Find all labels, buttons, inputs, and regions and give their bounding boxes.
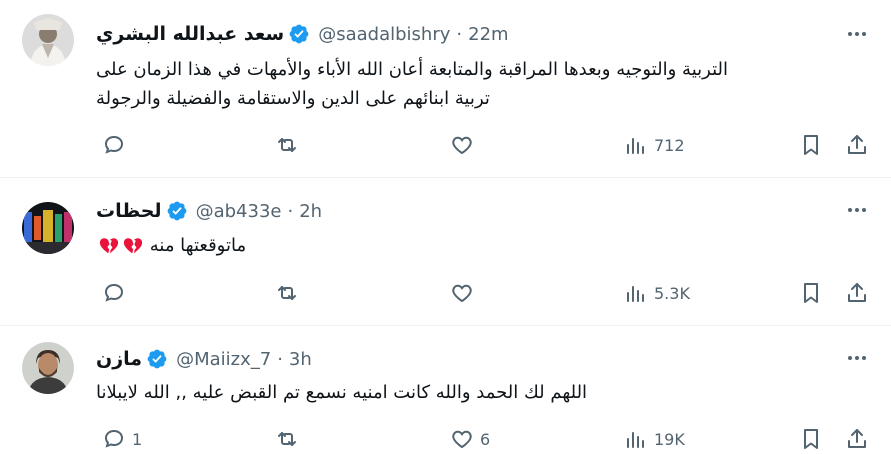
reply-button[interactable] xyxy=(102,278,132,308)
bookmark-icon xyxy=(804,283,818,303)
author-handle[interactable]: @Maiizx_7 xyxy=(176,349,271,370)
reply-button[interactable] xyxy=(102,130,132,160)
like-icon xyxy=(452,284,472,303)
tweet-3[interactable]: مازن @Maiizx_7 · 3h اللهم لك الحمد والله… xyxy=(0,326,891,449)
reply-count: 1 xyxy=(132,429,143,449)
views-button[interactable]: 712 xyxy=(624,130,685,160)
retweet-button[interactable] xyxy=(275,130,305,160)
views-button[interactable]: 5.3K xyxy=(624,278,690,308)
avatar[interactable] xyxy=(22,14,74,66)
views-count: 19K xyxy=(654,429,685,449)
tweet-text-line: ماتوقعتها منه xyxy=(96,231,844,260)
tweet-text-line: اللهم لك الحمد والله كانت امنيه نسمع تم … xyxy=(96,382,588,403)
retweet-icon xyxy=(278,432,296,446)
retweet-button[interactable] xyxy=(275,424,305,454)
views-count: 712 xyxy=(654,135,685,155)
author-handle[interactable]: @ab433e xyxy=(196,201,282,222)
like-button[interactable] xyxy=(450,278,480,308)
bookmark-button[interactable] xyxy=(799,130,823,160)
like-icon xyxy=(452,136,472,155)
timestamp[interactable]: 3h xyxy=(289,349,312,370)
share-icon xyxy=(848,283,866,302)
bookmark-button[interactable] xyxy=(799,278,823,308)
action-bar: 5.3K xyxy=(0,278,891,308)
more-icon[interactable] xyxy=(842,22,872,46)
views-button[interactable]: 19K xyxy=(624,424,685,454)
share-button[interactable] xyxy=(845,278,869,308)
views-count: 5.3K xyxy=(654,283,690,303)
like-button[interactable]: 6 xyxy=(450,424,490,454)
timestamp[interactable]: 2h xyxy=(299,201,322,222)
like-button[interactable] xyxy=(450,130,480,160)
views-icon xyxy=(627,432,644,448)
retweet-icon xyxy=(278,138,296,152)
author-handle[interactable]: @saadalbishry xyxy=(318,24,450,45)
reply-icon xyxy=(104,135,124,154)
verified-icon xyxy=(288,23,310,45)
like-icon xyxy=(452,430,472,449)
reply-icon xyxy=(104,283,124,302)
action-bar: 712 xyxy=(0,130,891,160)
action-bar: 1 6 19K xyxy=(0,424,891,454)
tweet-text-line: التربية والتوجيه وبعدها المراقبة والمتاب… xyxy=(96,59,728,80)
timestamp[interactable]: 22m xyxy=(468,24,508,45)
tweet-text-content: ماتوقعتها منه xyxy=(149,235,247,256)
tweet-text: اللهم لك الحمد والله كانت امنيه نسمع تم … xyxy=(96,378,844,407)
verified-icon xyxy=(146,348,168,370)
tweet-1[interactable]: سعد عبدالله البشري @saadalbishry · 22m ا… xyxy=(0,0,891,178)
share-icon xyxy=(848,429,866,448)
tweet-text: التربية والتوجيه وبعدها المراقبة والمتاب… xyxy=(96,55,844,113)
tweet-header: لحظات @ab433e · 2h xyxy=(96,198,322,224)
bookmark-button[interactable] xyxy=(799,424,823,454)
avatar[interactable] xyxy=(22,202,74,254)
author-name[interactable]: سعد عبدالله البشري xyxy=(96,23,284,45)
share-button[interactable] xyxy=(845,424,869,454)
bookmark-icon xyxy=(804,429,818,449)
separator: · xyxy=(287,200,294,222)
reply-button[interactable]: 1 xyxy=(102,424,142,454)
tweet-header: سعد عبدالله البشري @saadalbishry · 22m xyxy=(96,21,509,47)
views-icon xyxy=(627,286,644,302)
author-name[interactable]: لحظات xyxy=(96,200,162,222)
separator: · xyxy=(456,23,463,45)
author-name[interactable]: مازن xyxy=(96,348,142,370)
bookmark-icon xyxy=(804,135,818,155)
verified-icon xyxy=(166,200,188,222)
retweet-button[interactable] xyxy=(275,278,305,308)
tweet-header: مازن @Maiizx_7 · 3h xyxy=(96,346,312,372)
share-button[interactable] xyxy=(845,130,869,160)
separator: · xyxy=(277,348,283,370)
retweet-icon xyxy=(278,286,296,300)
share-icon xyxy=(848,135,866,154)
avatar[interactable] xyxy=(22,342,74,394)
tweet-text-line: تربية ابنائهم على الدين والاستقامة والفض… xyxy=(96,88,490,109)
tweet-2[interactable]: لحظات @ab433e · 2h ماتوقعتها منه 5.3K xyxy=(0,178,891,326)
like-count: 6 xyxy=(480,429,491,449)
more-icon[interactable] xyxy=(842,346,872,370)
views-icon xyxy=(627,138,644,154)
broken-heart-icon xyxy=(98,235,144,257)
tweet-text: ماتوقعتها منه xyxy=(96,231,844,260)
reply-icon xyxy=(104,429,124,448)
more-icon[interactable] xyxy=(842,198,872,222)
